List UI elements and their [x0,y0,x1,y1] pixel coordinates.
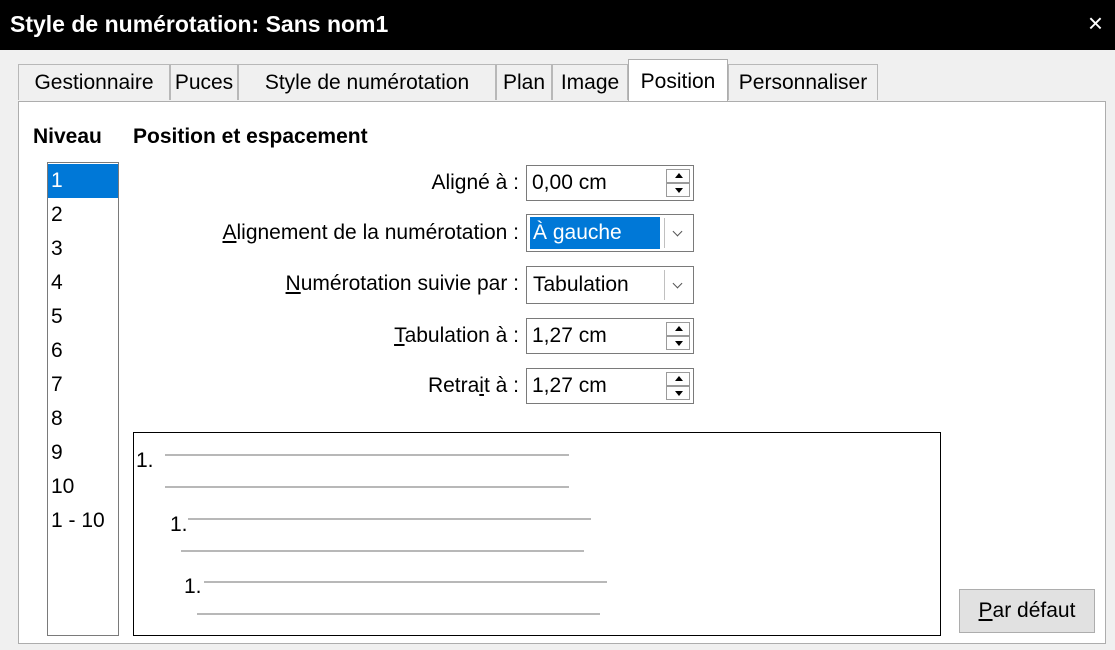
dialog-title: Style de numérotation: Sans nom1 [10,11,389,37]
spin-up-icon[interactable] [666,372,690,386]
preview-line [165,486,569,488]
tab-gestionnaire[interactable]: Gestionnaire [18,64,170,100]
preview-number-level3: 1. [184,575,202,598]
spin-down-icon[interactable] [666,183,690,197]
followed-by-value: Tabulation [533,273,629,296]
numbering-alignment-label: Alignement de la numérotation : [222,221,519,244]
level-item-8[interactable]: 8 [48,402,118,436]
level-item-9[interactable]: 9 [48,436,118,470]
tab-position[interactable]: Position [628,59,728,101]
aligned-at-label: Aligné à : [431,171,519,194]
preview-line [181,550,584,552]
preview-line [204,581,607,583]
tab-personnaliser[interactable]: Personnaliser [728,64,878,100]
position-tab-panel: Niveau Position et espacement 1 2 3 4 5 … [18,101,1106,644]
chevron-down-icon[interactable] [664,270,690,300]
spin-down-icon[interactable] [666,336,690,350]
tab-at-spin-buttons[interactable] [666,322,690,350]
tab-at-label: Tabulation à : [394,324,519,347]
numbering-alignment-value: À gauche [530,217,660,249]
tab-style-de-numerotation[interactable]: Style de numérotation [238,64,496,100]
level-item-10[interactable]: 10 [48,470,118,504]
spin-up-icon[interactable] [666,322,690,336]
followed-by-label: Numérotation suivie par : [285,272,519,295]
tab-puces[interactable]: Puces [170,64,238,100]
aligned-at-spinbox[interactable]: 0,00 cm [526,165,694,201]
tab-at-spinbox[interactable]: 1,27 cm [526,318,694,354]
preview-line [165,454,569,456]
indent-at-spinbox[interactable]: 1,27 cm [526,368,694,404]
dialog-titlebar: Style de numérotation: Sans nom1 × [0,0,1115,50]
tab-image[interactable]: Image [552,64,628,100]
tab-plan[interactable]: Plan [496,64,552,100]
aligned-at-spin-buttons[interactable] [666,169,690,197]
close-icon[interactable]: × [1088,8,1103,38]
aligned-at-value: 0,00 cm [532,171,607,194]
section-title: Position et espacement [133,125,368,148]
numbering-alignment-select[interactable]: À gauche [526,214,694,252]
preview-line [188,518,591,520]
indent-at-spin-buttons[interactable] [666,372,690,400]
level-item-all[interactable]: 1 - 10 [48,504,118,538]
preview-line [197,613,600,615]
numbering-preview: 1. 1. 1. [133,432,941,636]
preview-number-level2: 1. [170,513,188,536]
indent-at-label: Retrait à : [427,374,519,397]
spin-down-icon[interactable] [666,386,690,400]
spin-up-icon[interactable] [666,169,690,183]
default-button[interactable]: Par défaut [959,589,1095,633]
indent-at-value: 1,27 cm [532,374,607,397]
preview-number-level1: 1. [136,449,154,472]
chevron-down-icon[interactable] [664,218,690,248]
tab-at-value: 1,27 cm [532,324,607,347]
level-header: Niveau [33,125,102,148]
followed-by-select[interactable]: Tabulation [526,266,694,304]
